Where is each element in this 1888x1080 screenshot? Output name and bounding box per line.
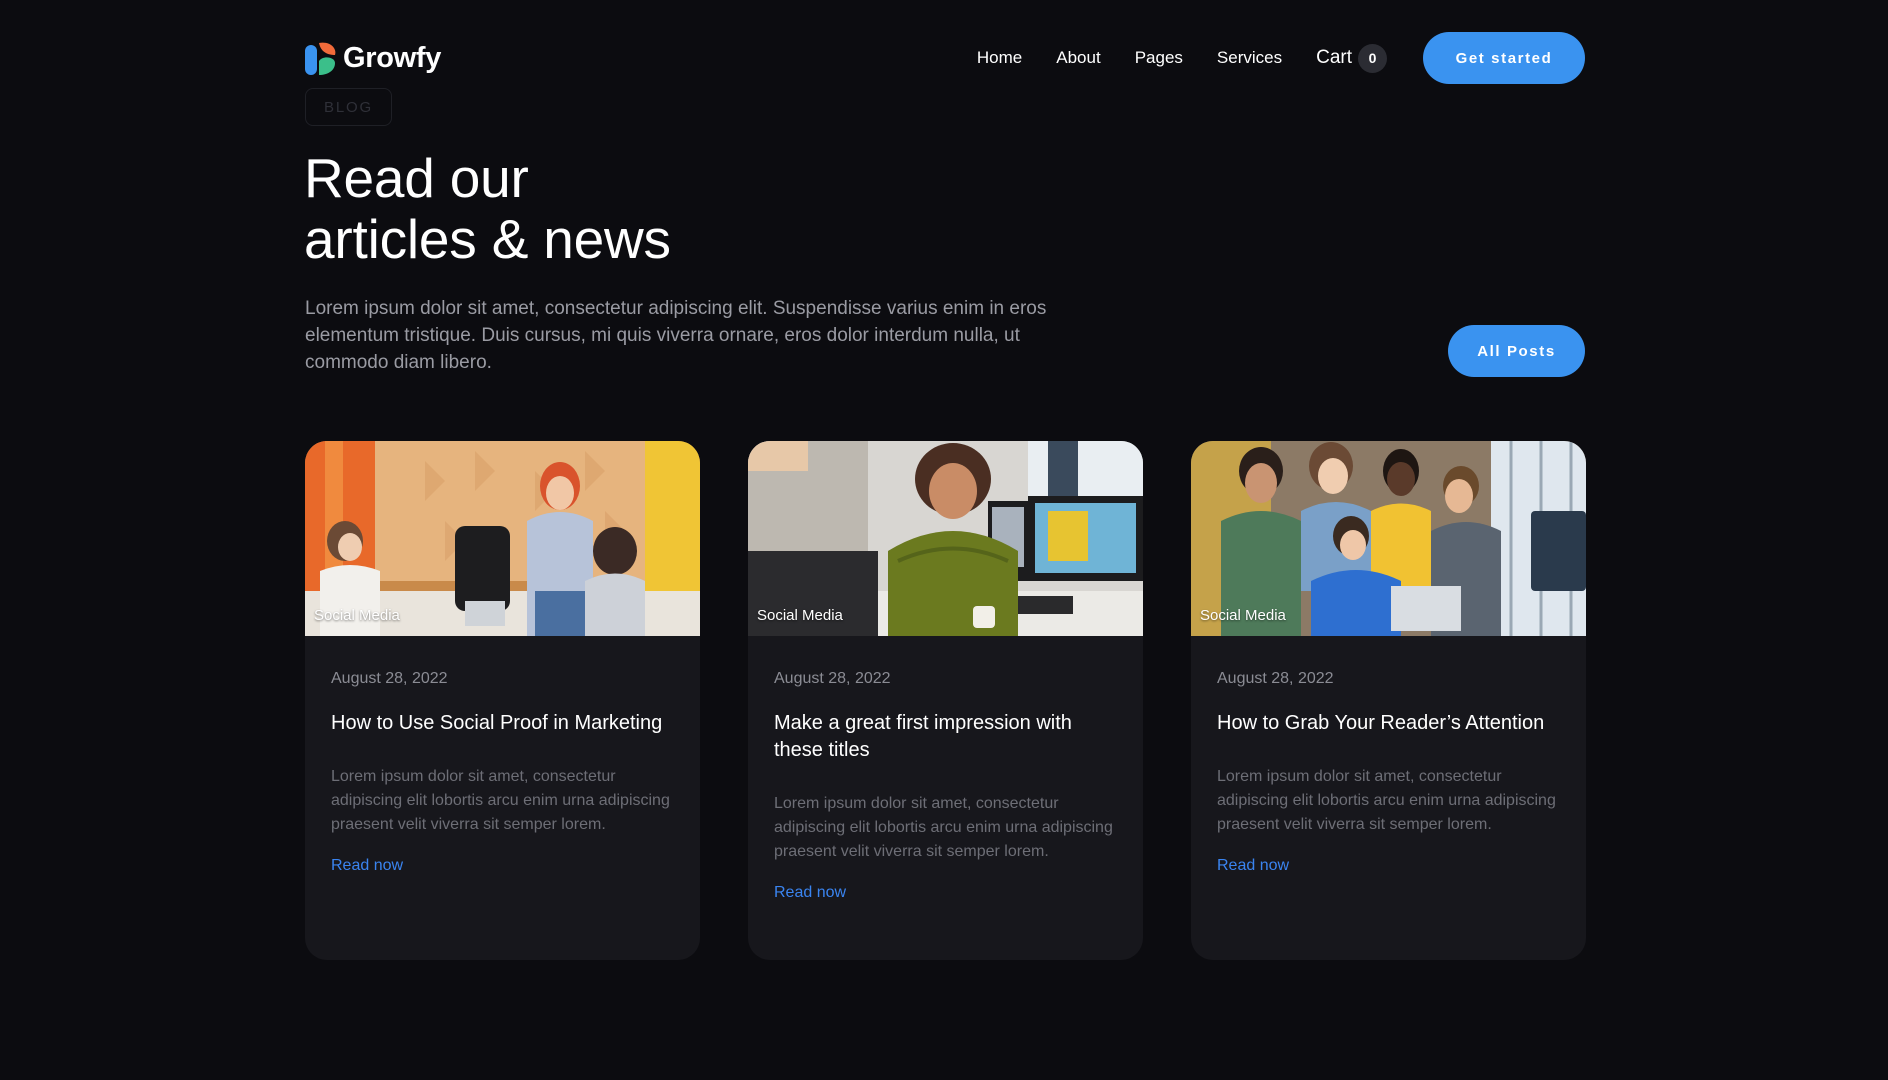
post-title[interactable]: Make a great first impression with these… [774,710,1117,764]
post-date: August 28, 2022 [774,670,891,687]
nav-link-about[interactable]: About [1056,48,1100,68]
brand-logo-link[interactable]: Growfy [305,41,441,75]
nav-links: Home About Pages Services Cart 0 [977,43,1387,73]
post-title[interactable]: How to Grab Your Reader’s Attention [1217,710,1560,737]
post-title[interactable]: How to Use Social Proof in Marketing [331,710,674,737]
read-now-link[interactable]: Read now [774,884,846,902]
blog-post-card[interactable]: Social Media August 28, 2022 How to Use … [305,441,700,960]
blog-post-card[interactable]: Social Media August 28, 2022 Make a grea… [748,441,1143,960]
navbar: Growfy Home About Pages Services Cart 0 … [305,32,1585,84]
nav-link-home[interactable]: Home [977,48,1022,68]
all-posts-button[interactable]: All Posts [1448,325,1585,377]
blog-tag: BLOG [305,88,392,126]
cart-link[interactable]: Cart 0 [1316,43,1387,73]
post-date: August 28, 2022 [331,670,448,687]
post-body: August 28, 2022 How to Use Social Proof … [305,636,700,875]
blog-post-card[interactable]: Social Media August 28, 2022 How to Grab… [1191,441,1586,960]
nav-link-pages[interactable]: Pages [1135,48,1183,68]
post-excerpt: Lorem ipsum dolor sit amet, consectetur … [331,768,670,833]
post-excerpt: Lorem ipsum dolor sit amet, consectetur … [774,795,1113,860]
nav-link-services[interactable]: Services [1217,48,1282,68]
page-title-line-1: Read our [304,147,529,209]
post-body: August 28, 2022 Make a great first impre… [748,636,1143,902]
blog-post-list: Social Media August 28, 2022 How to Use … [305,441,1586,960]
growfy-logo-icon [305,41,337,75]
post-image[interactable]: Social Media [748,441,1143,636]
post-category-badge: Social Media [314,607,400,624]
page-title-line-2: articles & news [304,208,671,270]
nav-right: Home About Pages Services Cart 0 Get sta… [977,32,1585,84]
cart-count-badge: 0 [1358,43,1387,73]
post-body: August 28, 2022 How to Grab Your Reader’… [1191,636,1586,875]
cart-label: Cart [1316,47,1352,68]
read-now-link[interactable]: Read now [1217,857,1289,875]
read-now-link[interactable]: Read now [331,857,403,875]
post-image[interactable]: Social Media [1191,441,1586,636]
post-category-badge: Social Media [1200,607,1286,624]
post-excerpt: Lorem ipsum dolor sit amet, consectetur … [1217,768,1556,833]
get-started-button[interactable]: Get started [1423,32,1585,84]
post-category-badge: Social Media [757,607,843,624]
page-title: Read our articles & news [304,148,1024,270]
brand-name: Growfy [343,41,442,74]
post-date: August 28, 2022 [1217,670,1334,687]
post-image[interactable]: Social Media [305,441,700,636]
hero-description: Lorem ipsum dolor sit amet, consectetur … [305,298,1047,373]
